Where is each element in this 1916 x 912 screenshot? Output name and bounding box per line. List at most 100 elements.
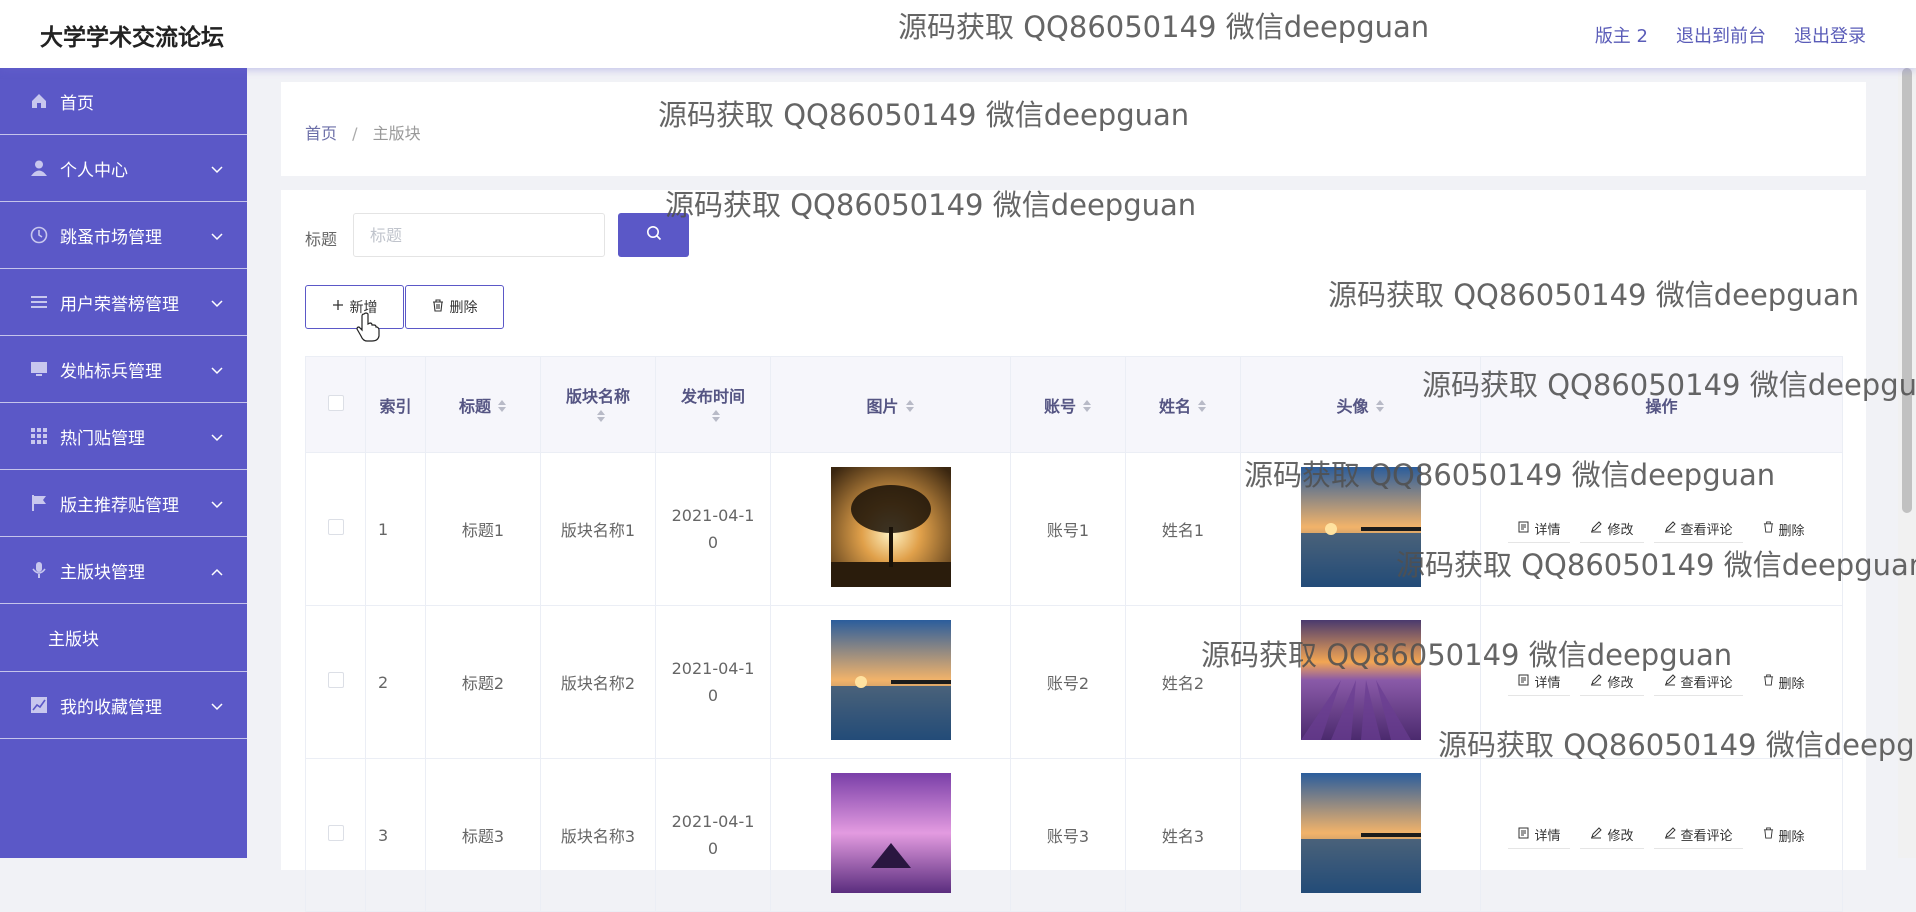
column-header[interactable]: 图片: [770, 356, 1011, 453]
view-comments-button[interactable]: 查看评论: [1653, 515, 1743, 543]
column-header[interactable]: 账号: [1010, 356, 1126, 453]
name-cell: 姓名2: [1125, 605, 1241, 759]
chevron-down-icon: [211, 293, 223, 313]
sidebar-item-favorites[interactable]: 我的收藏管理: [0, 672, 247, 739]
column-header[interactable]: 头像: [1240, 356, 1481, 453]
detail-button[interactable]: 详情: [1508, 668, 1571, 696]
column-header: 操作: [1480, 356, 1843, 453]
pencil-icon: [1590, 673, 1603, 690]
row-checkbox[interactable]: [327, 672, 344, 688]
page-scrollbar[interactable]: [1898, 68, 1916, 858]
delete-button[interactable]: 删除: [405, 285, 504, 329]
sidebar-item-recommended-posts[interactable]: 版主推荐贴管理: [0, 470, 247, 537]
sort-icon[interactable]: [1375, 398, 1385, 417]
mic-icon: [30, 561, 48, 579]
column-header[interactable]: 发布时间: [655, 356, 771, 453]
edit-button[interactable]: 修改: [1580, 668, 1644, 696]
scrollbar-thumb[interactable]: [1902, 68, 1912, 513]
time-cell: 2021-04-10: [655, 452, 771, 606]
top-bar: 大学学术交流论坛 版主 2 退出到前台 退出登录: [0, 0, 1916, 68]
trash-icon: [432, 298, 444, 316]
sidebar-item-main-section[interactable]: 主版块管理: [0, 537, 247, 604]
section-cell: 版块名称2: [540, 605, 656, 759]
sort-icon[interactable]: [905, 398, 915, 417]
chevron-down-icon: [211, 159, 223, 179]
sidebar-subitem-main-section[interactable]: 主版块: [0, 604, 247, 672]
add-button[interactable]: 新增: [305, 285, 404, 329]
home-icon: [30, 92, 48, 110]
sidebar-item-hot-posts[interactable]: 热门贴管理: [0, 403, 247, 470]
top-links: 版主 2 退出到前台 退出登录: [1595, 22, 1866, 48]
sort-icon[interactable]: [711, 408, 721, 427]
detail-button[interactable]: 详情: [1508, 821, 1571, 849]
pencil-icon: [1590, 826, 1603, 843]
view-comments-button[interactable]: 查看评论: [1653, 668, 1743, 696]
title-cell: 标题3: [425, 758, 541, 912]
row-delete-button[interactable]: 删除: [1753, 821, 1815, 849]
name-cell: 姓名3: [1125, 758, 1241, 912]
title-search-input[interactable]: [353, 213, 605, 257]
edit-button[interactable]: 修改: [1580, 515, 1644, 543]
time-cell: 2021-04-10: [655, 758, 771, 912]
sidebar-subitem-label: 主版块: [48, 630, 99, 650]
exit-to-frontend-link[interactable]: 退出到前台: [1676, 22, 1766, 48]
sidebar-item-top-poster[interactable]: 发帖标兵管理: [0, 336, 247, 403]
view-comments-button[interactable]: 查看评论: [1653, 821, 1743, 849]
sidebar-item-label: 我的收藏管理: [60, 697, 162, 718]
search-label: 标题: [305, 230, 338, 249]
sort-icon[interactable]: [596, 408, 606, 427]
table-row: 2 标题2 版块名称2 2021-04-10 账号2 姓名2 详情 修改 查看评…: [305, 605, 1843, 759]
sidebar-item-label: 个人中心: [60, 160, 128, 181]
account-cell: 账号2: [1010, 605, 1126, 759]
sidebar-item-personal-center[interactable]: 个人中心: [0, 135, 247, 202]
table-header-row: 索引 标题 版块名称 发布时间 图片 账号 姓名 头像 操作: [305, 356, 1843, 453]
row-select-cell: [305, 605, 366, 759]
title-cell: 标题2: [425, 605, 541, 759]
table-row: 3 标题3 版块名称3 2021-04-10 账号3 姓名3 详情 修改 查看评…: [305, 758, 1843, 912]
avatar-cell: [1240, 605, 1481, 759]
row-checkbox[interactable]: [327, 519, 344, 535]
sidebar-item-home[interactable]: 首页: [0, 68, 247, 135]
avatar-cell: [1240, 452, 1481, 606]
sort-icon[interactable]: [1082, 398, 1092, 417]
logout-link[interactable]: 退出登录: [1794, 22, 1866, 48]
chart-icon: [30, 696, 48, 714]
sidebar-item-label: 主版块管理: [60, 562, 145, 583]
breadcrumb-card: 首页 / 主版块: [281, 82, 1866, 176]
data-table: 索引 标题 版块名称 发布时间 图片 账号 姓名 头像 操作 1 标题1 版块名…: [305, 356, 1843, 912]
user-icon: [30, 159, 48, 177]
moderator-link[interactable]: 版主 2: [1595, 22, 1648, 48]
column-header[interactable]: 版块名称: [540, 356, 656, 453]
name-cell: 姓名1: [1125, 452, 1241, 606]
row-delete-button[interactable]: 删除: [1753, 668, 1815, 696]
select-all-checkbox[interactable]: [327, 394, 344, 411]
edit-button[interactable]: 修改: [1580, 821, 1644, 849]
clock-icon: [30, 226, 48, 244]
chevron-down-icon: [211, 226, 223, 246]
row-delete-button[interactable]: 删除: [1753, 515, 1815, 543]
tree-sunset-image: [830, 467, 951, 587]
image-cell: [770, 758, 1011, 912]
search-button[interactable]: [618, 213, 689, 257]
trash-icon: [1763, 827, 1774, 843]
sidebar-item-honor-board[interactable]: 用户荣誉榜管理: [0, 269, 247, 336]
account-cell: 账号3: [1010, 758, 1126, 912]
pier-sunset-avatar: [1300, 773, 1421, 893]
row-select-cell: [305, 758, 366, 912]
chevron-down-icon: [211, 427, 223, 447]
sidebar-item-flea-market[interactable]: 跳蚤市场管理: [0, 202, 247, 269]
account-cell: 账号1: [1010, 452, 1126, 606]
row-checkbox[interactable]: [327, 825, 344, 841]
column-header[interactable]: 标题: [425, 356, 541, 453]
select-all-cell: [305, 356, 366, 453]
sort-icon[interactable]: [497, 398, 507, 417]
detail-button[interactable]: 详情: [1508, 515, 1571, 543]
column-header[interactable]: 姓名: [1125, 356, 1241, 453]
row-select-cell: [305, 452, 366, 606]
index-cell: 1: [365, 452, 426, 606]
hand-cursor-icon: [356, 312, 380, 346]
pencil-icon: [1664, 826, 1676, 843]
purple-island-image: [830, 773, 951, 893]
sort-icon[interactable]: [1197, 398, 1207, 417]
breadcrumb-home[interactable]: 首页: [305, 124, 337, 143]
